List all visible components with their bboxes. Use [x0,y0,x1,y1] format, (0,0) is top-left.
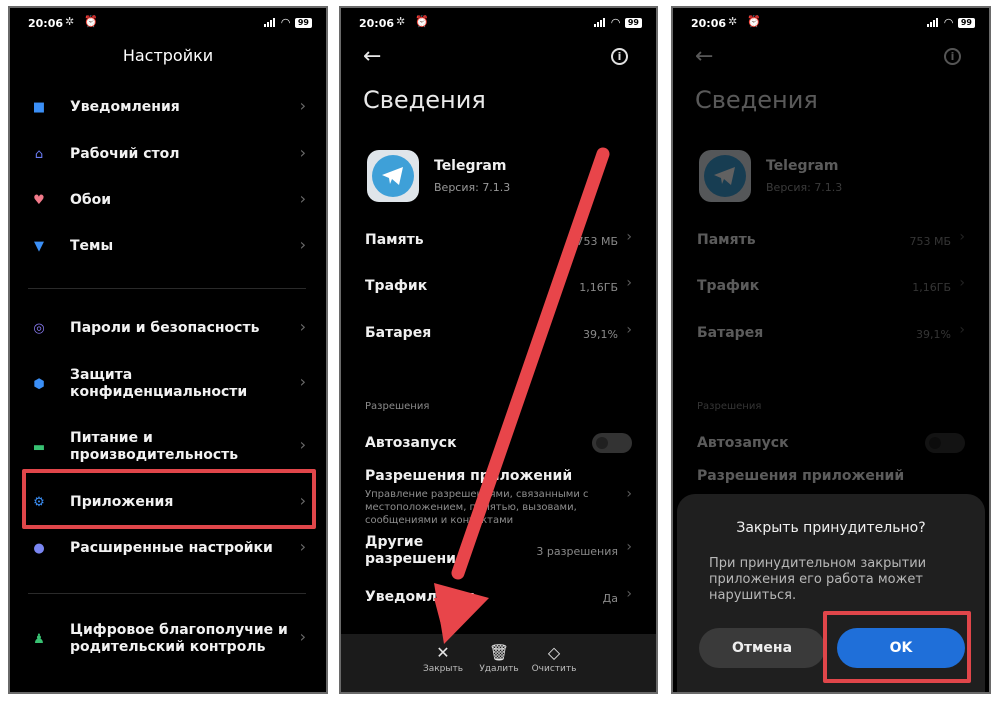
divider [28,593,306,594]
signal-icon [264,18,276,27]
status-bar: 20:06 ✲ ⏰ ◠ 99 [673,8,989,38]
chevron-right-icon: › [959,275,965,291]
chevron-right-icon: › [299,627,306,646]
settings-item-privacy[interactable]: ⬢ Защита конфиденциальности › [10,366,326,402]
battery-icon: ▬ [32,439,46,455]
status-time: 20:06 [691,17,727,30]
battery-icon: 99 [957,17,975,28]
chevron-right-icon: › [299,435,306,454]
wifi-icon: ◠ [281,16,290,29]
section-header: Разрешения [697,401,762,412]
settings-item-wallpaper[interactable]: ♥ Обои › [10,189,326,211]
row-value: 753 МБ [909,235,951,248]
settings-item-label: Уведомления [70,99,180,115]
settings-item-battery-performance[interactable]: ▬ Питание и производительность › [10,429,326,465]
wallpaper-icon: ♥ [33,192,45,208]
chevron-right-icon: › [299,189,306,208]
chevron-right-icon: › [959,322,965,338]
row-label: Трафик [697,278,760,294]
app-name: Telegram [766,158,839,174]
settings-screen: 20:06 ✲ ⏰ ◠ 99 Настройки ■ Уведомления ›… [8,6,328,694]
chevron-right-icon: › [299,96,306,115]
settings-item-home-screen[interactable]: ⌂ Рабочий стол › [10,143,326,165]
status-time: 20:06 [28,17,64,30]
divider [28,288,306,289]
settings-item-digital-wellbeing[interactable]: ♟ Цифровое благополучие и родительский к… [10,621,326,657]
wellbeing-icon: ♟ [33,631,45,647]
home-icon: ⌂ [34,146,44,162]
app-version: Версия: 7.1.3 [766,181,843,194]
chevron-right-icon: › [299,372,306,391]
cancel-button[interactable]: Отмена [699,628,825,668]
chevron-right-icon: › [299,537,306,556]
status-notification-icons: ✲ ⏰ [65,15,101,28]
annotation-arrow [434,147,610,644]
settings-item-label: Расширенные настройки [70,540,273,556]
themes-icon: ▼ [34,238,44,254]
battery-icon: 99 [294,17,312,28]
settings-item-label: Защита конфиденциальности [70,367,248,400]
fingerprint-icon: ◎ [33,320,45,336]
row-value: 39,1% [916,328,951,341]
page-title: Настройки [122,46,214,65]
chevron-right-icon: › [959,229,965,245]
settings-item-label: Рабочий стол [70,146,180,162]
autostart-toggle [925,433,965,453]
row-label: Разрешения приложений [697,468,905,484]
signal-icon [927,18,939,27]
autostart-label: Автозапуск [697,435,789,451]
highlight-box-ok [823,611,971,683]
info-icon: i [944,48,961,65]
notifications-icon: ■ [32,99,46,115]
chevron-right-icon: › [299,235,306,254]
settings-item-themes[interactable]: ▼ Темы › [10,235,326,257]
page-title: Сведения [695,86,818,114]
settings-item-label: Питание и производительность [70,430,239,463]
status-notification-icons: ✲ ⏰ [728,15,764,28]
status-bar: 20:06 ✲ ⏰ ◠ 99 [10,8,326,38]
dialog-title: Закрыть принудительно? [736,520,926,536]
back-arrow-icon: ← [695,44,714,69]
highlight-box-apps [22,469,316,529]
force-stop-screen: 20:06 ✲ ⏰ ◠ 99 ← i Сведения Telegram Вер… [671,6,991,694]
dialog-message: При принудительном закрытии приложения е… [709,556,927,603]
settings-item-passwords-security[interactable]: ◎ Пароли и безопасность › [10,317,326,339]
privacy-icon: ⬢ [33,376,45,392]
settings-item-notifications[interactable]: ■ Уведомления › [10,96,326,118]
row-value: 1,16ГБ [912,281,951,294]
app-info-screen: 20:06 ✲ ⏰ ◠ 99 ← i Сведения Telegram Вер… [339,6,658,694]
settings-item-label: Обои [70,192,112,208]
more-icon: ● [33,540,45,556]
telegram-app-icon [699,150,751,202]
settings-item-label: Цифровое благополучие и родительский кон… [70,622,288,655]
chevron-right-icon: › [299,143,306,162]
wifi-icon: ◠ [944,16,953,29]
settings-item-label: Темы [70,238,114,254]
chevron-right-icon: › [299,317,306,336]
settings-item-label: Пароли и безопасность [70,320,260,336]
row-label: Батарея [697,325,764,341]
row-label: Память [697,232,756,248]
settings-item-advanced[interactable]: ● Расширенные настройки › [10,537,326,559]
